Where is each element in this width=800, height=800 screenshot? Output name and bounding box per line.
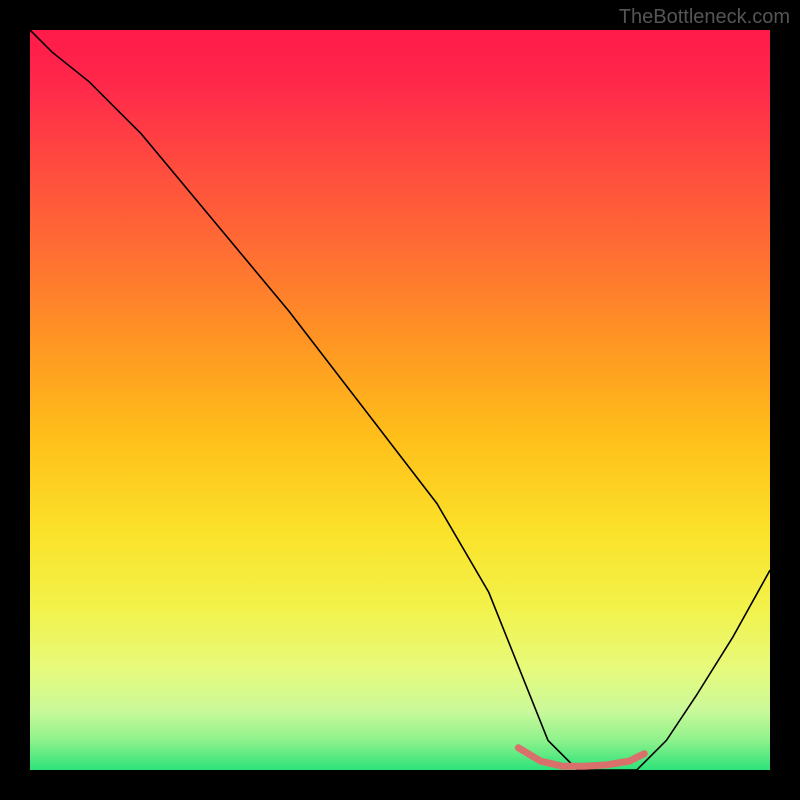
bottleneck-curve: [30, 30, 770, 770]
flat-minimum-highlight: [518, 748, 644, 767]
chart-curve: [30, 30, 770, 770]
attribution-text: TheBottleneck.com: [619, 6, 790, 29]
plot-area: [30, 30, 770, 770]
